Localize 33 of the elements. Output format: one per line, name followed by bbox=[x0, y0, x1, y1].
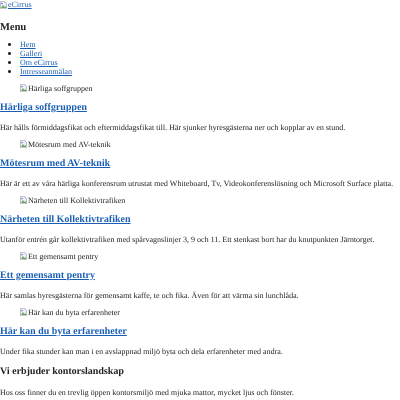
broken-image: Här kan du byta erfarenheter bbox=[20, 308, 120, 316]
section-heading-link[interactable]: Ett gemensamt pentry bbox=[0, 270, 95, 280]
section-heading-link[interactable]: Härliga soffgruppen bbox=[0, 102, 87, 112]
section-text: Här samlas hyresgästerna för gemensamt kaffe, te och fika. Även för att värma sin lunchlåda. bbox=[0, 290, 299, 300]
broken-image: Närheten till Kollektivtrafiken bbox=[20, 196, 126, 204]
section-heading-link[interactable]: Här kan du byta erfarenheter bbox=[0, 326, 127, 336]
broken-image-icon bbox=[20, 196, 27, 204]
broken-image-icon bbox=[0, 0, 7, 8]
menu-link[interactable]: Intresseanmälan bbox=[20, 66, 72, 76]
bullet-icon bbox=[8, 52, 11, 54]
broken-image-icon bbox=[20, 252, 27, 260]
section-text: Under fika stunder kan man i en avslappnad miljö byta och dela erfarenheter med andra. bbox=[0, 346, 283, 356]
logo-link[interactable]: eCirrus bbox=[0, 0, 32, 9]
bullet-icon bbox=[8, 42, 11, 46]
menu-heading: Menu bbox=[0, 22, 28, 34]
menu-link[interactable]: Hem bbox=[20, 40, 36, 48]
menu-link[interactable]: Om eCirrus bbox=[20, 58, 58, 66]
section-text: Utanför entrén går kollektivtrafiken med spårvagnslinjer 3, 9 och 11. Ett stenkast bort har du knutpunkten Järntorget. bbox=[0, 234, 374, 244]
broken-image: Mötesrum med AV-teknik bbox=[20, 140, 111, 148]
section-text: Hos oss finner du en trevlig öppen kontorsmiljö med mjuka mattor, mycket ljus och fönster. bbox=[0, 388, 294, 396]
section-heading: Vi erbjuder kontorslandskap bbox=[0, 366, 124, 378]
section-text: Här hålls förmiddagsfikat och eftermiddagsfikat till. Här sjunker hyresgästerna ner och kopplar av en stund. bbox=[0, 122, 346, 132]
broken-image: Härliga soffgruppen bbox=[20, 84, 92, 92]
section-text: Här är ett av våra härliga konferensrum utrustat med Whiteboard, Tv, Videokonferenslösning och Microsoft Surface platta. bbox=[0, 178, 394, 188]
broken-image-icon bbox=[20, 84, 27, 92]
bullet-icon bbox=[8, 60, 11, 64]
broken-image-icon bbox=[20, 140, 27, 148]
menu-link[interactable]: Galleri bbox=[20, 48, 42, 58]
section-heading-link[interactable]: Mötesrum med AV-teknik bbox=[0, 158, 110, 168]
bullet-icon bbox=[8, 70, 11, 72]
broken-image-icon bbox=[20, 308, 27, 316]
section-heading-link[interactable]: Närheten till Kollektivtrafiken bbox=[0, 214, 131, 224]
broken-image: Ett gemensamt pentry bbox=[20, 252, 98, 260]
